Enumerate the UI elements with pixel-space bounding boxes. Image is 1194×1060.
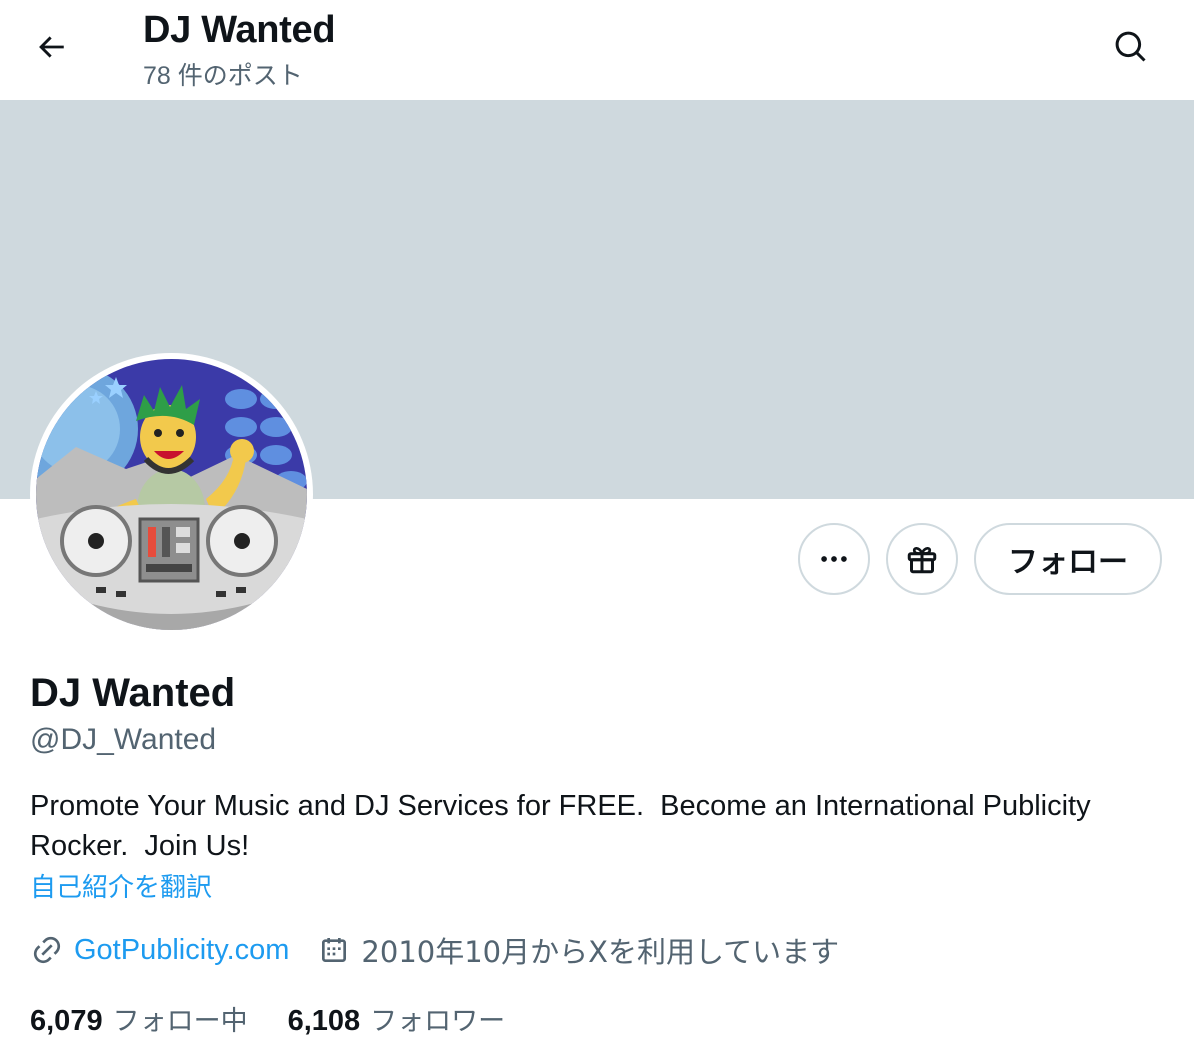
gift-icon <box>907 546 937 574</box>
following-stat[interactable]: 6,079 フォロー中 <box>30 999 248 1038</box>
bio-line: Promote Your Music and DJ Services for F… <box>30 790 1091 822</box>
profile-page: DJ Wanted 78 件のポスト フォロー DJ Wanted @DJ_Wa… <box>0 0 1194 1060</box>
followers-count: 6,108 <box>287 1004 361 1037</box>
avatar[interactable] <box>30 353 313 636</box>
followers-stat[interactable]: 6,108 フォロワー <box>288 999 506 1038</box>
link-icon <box>30 933 64 967</box>
user-handle: @DJ_Wanted <box>30 723 217 756</box>
search-icon <box>1115 31 1146 62</box>
joined-item: 2010年10月からXを利用しています <box>317 929 839 971</box>
display-name: DJ Wanted <box>30 671 236 715</box>
gift-button[interactable] <box>886 523 958 595</box>
top-bar: DJ Wanted 78 件のポスト <box>0 0 1194 100</box>
header-title: DJ Wanted <box>143 9 336 51</box>
followers-label: フォロワー <box>370 1005 506 1037</box>
follow-stats: 6,079 フォロー中 6,108 フォロワー <box>30 998 545 1038</box>
bio-line: Rocker. Join Us! <box>30 830 250 862</box>
profile-meta: GotPublicity.com 2010年10月からXを利用しています <box>30 928 867 972</box>
following-label: フォロー中 <box>112 1005 248 1037</box>
calendar-icon <box>317 933 351 967</box>
back-arrow-icon <box>39 36 64 58</box>
more-icon <box>821 556 847 562</box>
back-button[interactable] <box>22 18 80 76</box>
joined-date: 2010年10月からXを利用しています <box>361 935 840 969</box>
profile-bio: Promote Your Music and DJ Services for F… <box>30 786 1170 866</box>
following-count: 6,079 <box>30 1004 103 1037</box>
search-button[interactable] <box>1102 18 1160 76</box>
avatar-image <box>36 359 307 630</box>
translate-bio-link[interactable]: 自己紹介を翻訳 <box>30 870 212 906</box>
website-item: GotPublicity.com <box>30 933 289 967</box>
follow-button[interactable]: フォロー <box>974 523 1162 595</box>
header-title-block: DJ Wanted 78 件のポスト <box>143 8 336 90</box>
more-button[interactable] <box>798 523 870 595</box>
post-count: 78 件のポスト <box>143 62 303 90</box>
website-link[interactable]: GotPublicity.com <box>74 934 289 967</box>
